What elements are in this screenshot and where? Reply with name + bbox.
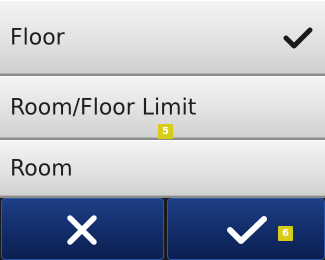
option-room[interactable]: Room [0,140,325,198]
cancel-button[interactable] [1,198,164,260]
selected-check-icon [283,27,313,48]
option-label: Room/Floor Limit [10,95,197,120]
callout-badge: 5 [158,124,173,139]
option-floor[interactable]: Floor [0,0,325,76]
option-label: Room [10,156,73,181]
checkmark-icon [227,216,267,244]
callout-badge: 6 [278,226,293,241]
confirm-button[interactable] [167,198,325,260]
option-label: Floor [10,25,65,50]
x-icon [67,215,97,245]
